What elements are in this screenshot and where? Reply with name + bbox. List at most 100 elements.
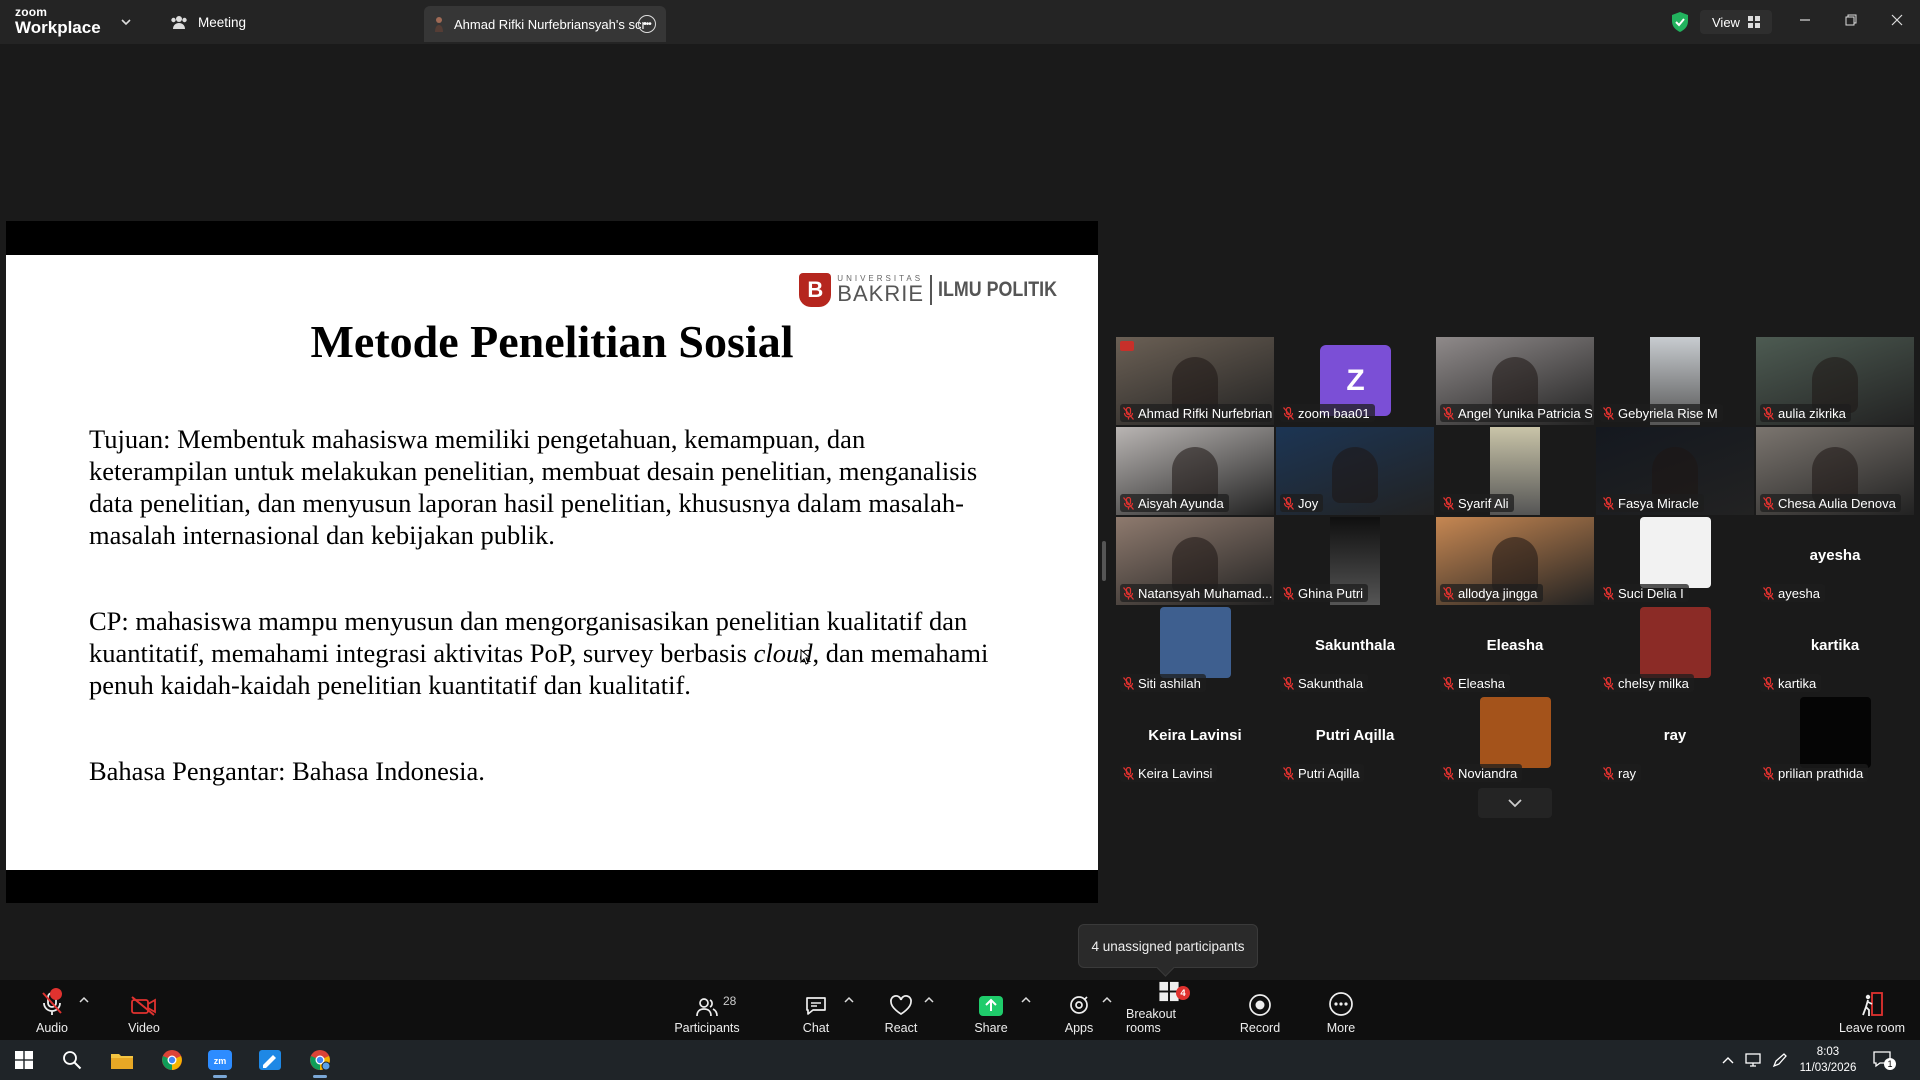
video-off-icon <box>131 996 156 1016</box>
profile-picture <box>1480 697 1551 768</box>
apps-options-caret-icon[interactable] <box>1101 996 1113 1004</box>
mic-muted-icon <box>1603 766 1614 780</box>
apps-button[interactable]: Apps <box>1063 980 1095 1040</box>
participant-silhouette <box>1332 447 1378 503</box>
participant-tile[interactable]: Keira Lavinsi Keira Lavinsi <box>1116 697 1274 785</box>
participant-tile[interactable]: Fasya Miracle <box>1596 427 1754 515</box>
network-icon[interactable] <box>1744 1052 1762 1068</box>
participant-tile[interactable]: Gebyriela Rise M <box>1596 337 1754 425</box>
participant-tile[interactable]: Joy <box>1276 427 1434 515</box>
meeting-tab[interactable]: Meeting <box>170 0 246 44</box>
chat-button[interactable]: Chat <box>800 980 832 1040</box>
participant-tile[interactable]: Ahmad Rifki Nurfebrians... <box>1116 337 1274 425</box>
taskbar-chrome[interactable] <box>148 1040 196 1080</box>
react-options-caret-icon[interactable] <box>923 996 935 1004</box>
participant-tile[interactable]: Chesa Aulia Denova <box>1756 427 1914 515</box>
mic-muted-icon <box>1123 766 1134 780</box>
taskbar-file-explorer[interactable] <box>98 1040 146 1080</box>
leave-room-button[interactable]: Leave room <box>1838 980 1906 1040</box>
close-icon <box>1891 14 1903 26</box>
participant-tile[interactable]: Putri Aqilla Putri Aqilla <box>1276 697 1434 785</box>
grid-view-icon <box>1747 16 1760 28</box>
meeting-people-icon <box>171 16 187 29</box>
participants-button[interactable]: Participants <box>672 980 742 1040</box>
participant-tile[interactable]: chelsy milka <box>1596 607 1754 695</box>
mic-muted-icon <box>1123 676 1134 690</box>
unassigned-tooltip: 4 unassigned participants <box>1078 924 1258 968</box>
notifications-button[interactable]: 1 <box>1872 1050 1896 1070</box>
participant-name: Natansyah Muhamad... <box>1138 585 1272 601</box>
participant-tile[interactable]: Angel Yunika Patricia S <box>1436 337 1594 425</box>
participant-display-name: kartika <box>1810 637 1860 654</box>
view-button[interactable]: View <box>1700 10 1772 34</box>
react-button[interactable]: React <box>883 980 919 1040</box>
audio-label: Audio <box>36 1021 68 1035</box>
record-button[interactable]: Record <box>1240 980 1280 1040</box>
video-badge-icon <box>1120 341 1134 351</box>
search-button[interactable] <box>48 1040 96 1080</box>
participant-display-name: Sakunthala <box>1314 637 1396 654</box>
participant-tile[interactable]: Siti ashilah <box>1116 607 1274 695</box>
participant-name-label: prilian prathida <box>1760 764 1869 782</box>
leave-room-icon <box>1862 992 1883 1016</box>
logo-dept-text: ILMU POLITIK <box>938 278 1057 301</box>
participant-tile[interactable]: Suci Delia I <box>1596 517 1754 605</box>
participant-name: prilian prathida <box>1778 765 1864 781</box>
participant-tile[interactable]: Syarif Ali <box>1436 427 1594 515</box>
screen-share-tab[interactable]: Ahmad Rifki Nurfebriansyah's scr ••• <box>424 6 666 42</box>
restore-button[interactable] <box>1828 0 1874 40</box>
system-clock[interactable]: 8:03 11/03/2026 <box>1796 1044 1860 1076</box>
participant-tile[interactable]: Sakunthala Sakunthala <box>1276 607 1434 695</box>
participant-name-label: Chesa Aulia Denova <box>1760 494 1901 512</box>
more-button[interactable]: More <box>1324 980 1358 1040</box>
participant-tile[interactable]: Aisyah Ayunda <box>1116 427 1274 515</box>
brand-top: zoom <box>15 5 48 19</box>
share-button[interactable]: Share <box>971 980 1011 1040</box>
taskbar-chrome-profile[interactable] <box>296 1040 344 1080</box>
participant-tile[interactable]: ray ray <box>1596 697 1754 785</box>
gallery-scroll-down[interactable] <box>1478 788 1552 818</box>
chevron-down-icon[interactable] <box>118 14 134 30</box>
start-button[interactable] <box>0 1040 48 1080</box>
svg-text:zm: zm <box>214 1056 227 1066</box>
participant-name: Joy <box>1298 495 1319 511</box>
more-options-icon[interactable]: ••• <box>638 15 656 33</box>
participant-tile[interactable]: Ghina Putri <box>1276 517 1434 605</box>
resize-handle[interactable] <box>1102 541 1106 581</box>
participant-name-label: Ahmad Rifki Nurfebrians... <box>1120 404 1272 422</box>
encryption-shield-icon[interactable] <box>1670 11 1690 33</box>
participant-name: Suci Delia I <box>1618 585 1684 601</box>
clock-date: 11/03/2026 <box>1799 1062 1857 1074</box>
participant-tile[interactable]: prilian prathida <box>1756 697 1914 785</box>
mic-muted-icon <box>1123 406 1134 420</box>
chat-options-caret-icon[interactable] <box>843 996 855 1004</box>
tray-expand-icon[interactable] <box>1722 1055 1734 1065</box>
participant-tile[interactable]: aulia zikrika <box>1756 337 1914 425</box>
participant-name: Noviandra <box>1458 765 1518 781</box>
participant-name-label: Sakunthala <box>1280 674 1369 692</box>
participant-name: zoom baa01 <box>1298 405 1370 421</box>
breakout-rooms-button[interactable]: Breakout rooms <box>1126 980 1212 1040</box>
participant-tile[interactable]: Noviandra <box>1436 697 1594 785</box>
participant-tile[interactable]: ayesha ayesha <box>1756 517 1914 605</box>
participant-display-name: Eleasha <box>1486 637 1544 654</box>
pen-icon[interactable] <box>1772 1052 1788 1068</box>
audio-options-caret-icon[interactable] <box>78 996 90 1004</box>
participant-tile[interactable]: Natansyah Muhamad... <box>1116 517 1274 605</box>
share-options-caret-icon[interactable] <box>1020 996 1032 1004</box>
participant-tile[interactable]: Eleasha Eleasha <box>1436 607 1594 695</box>
participant-tile[interactable]: allodya jingga <box>1436 517 1594 605</box>
shared-screen[interactable]: B UNIVERSITAS BAKRIE ILMU POLITIK Metode… <box>6 221 1098 903</box>
video-button[interactable]: Video <box>124 980 164 1040</box>
close-button[interactable] <box>1874 0 1920 40</box>
taskbar-whiteboard[interactable] <box>246 1040 294 1080</box>
participant-tile[interactable]: kartika kartika <box>1756 607 1914 695</box>
zoom-workplace-logo[interactable]: zoom Workplace <box>15 6 101 36</box>
participant-name: Sakunthala <box>1298 675 1364 691</box>
taskbar-zoom[interactable]: zm <box>196 1040 244 1080</box>
participant-tile[interactable]: Zzoom baa01 <box>1276 337 1434 425</box>
minimize-button[interactable] <box>1782 0 1828 40</box>
zoom-app-icon: zm <box>208 1050 232 1070</box>
breakout-badge: 4 <box>1176 986 1190 1000</box>
folder-icon <box>111 1054 133 1069</box>
